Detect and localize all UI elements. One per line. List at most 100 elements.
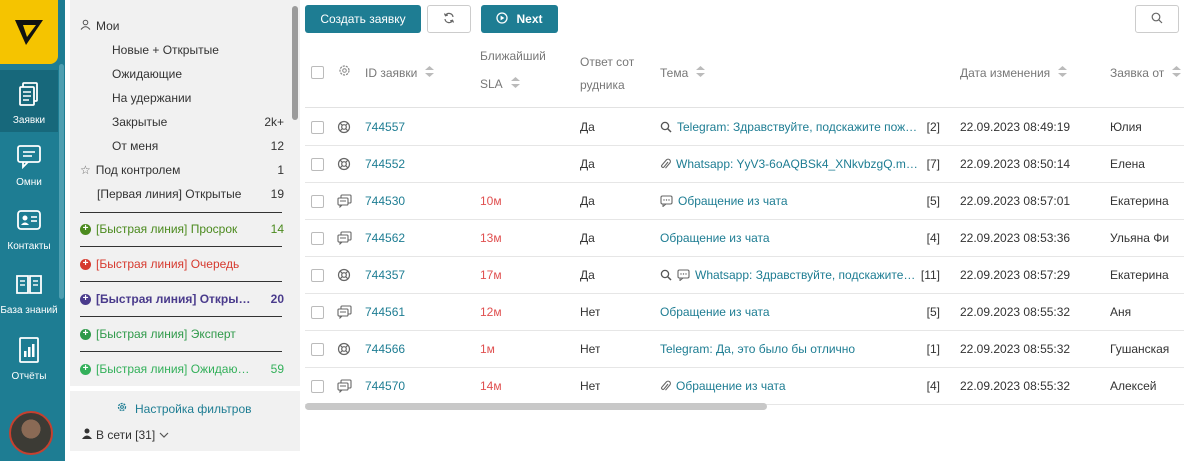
row-checkbox[interactable] [311, 268, 324, 282]
topic-cell[interactable]: Whatsapp: Здравствуйте, подскажите… [660, 257, 930, 293]
support-icon [337, 109, 351, 145]
nav-scrollbar[interactable] [59, 64, 64, 299]
filter-item-fast-queue[interactable]: + [Быстрая линия] Очередь [80, 252, 284, 276]
filter-item[interactable]: Ожидающие [112, 62, 284, 86]
topic-link[interactable]: Обращение из чата [676, 379, 786, 393]
nav-item-knowledge-base[interactable]: База знаний [0, 260, 58, 322]
filter-item-label: Ожидающие [112, 67, 182, 81]
select-all-checkbox[interactable] [311, 66, 324, 79]
table-row[interactable]: 744561 12м Нет Обращение из чата [5] 22.… [305, 294, 1184, 331]
filter-item-fast-waiting[interactable]: + [Быстрая линия] Ожидаю… 59 [80, 357, 284, 381]
ticket-id-link[interactable]: 744570 [365, 368, 405, 404]
topic-link[interactable]: Обращение из чата [660, 231, 770, 245]
filter-item[interactable]: Закрытые 2k+ [112, 110, 284, 134]
ticket-id-link[interactable]: 744357 [365, 257, 405, 293]
ticket-id-link[interactable]: 744552 [365, 146, 405, 182]
online-users[interactable]: В сети [31] [82, 428, 169, 442]
filter-item-first-line[interactable]: [Первая линия] Открытые 19 [97, 182, 284, 206]
topic-link[interactable]: Whatsapp: YyV3-6oAQBSk4_XNkvbzgQ.m… [676, 157, 918, 171]
reply-value: Нет [580, 305, 601, 319]
topic-cell[interactable]: Telegram: Да, это было бы отлично [660, 331, 930, 367]
table-horizontal-scrollbar[interactable] [305, 403, 767, 410]
ticket-id-link[interactable]: 744561 [365, 294, 405, 330]
filter-item[interactable]: На удержании [112, 86, 284, 110]
filter-group-my[interactable]: Мои [80, 14, 280, 38]
filter-item[interactable]: От меня 12 [112, 134, 284, 158]
avatar[interactable] [9, 411, 53, 455]
topic-link[interactable]: Обращение из чата [678, 194, 788, 208]
column-header-id[interactable]: ID заявки [365, 66, 435, 80]
topic-cell[interactable]: Обращение из чата [660, 183, 930, 219]
topic-cell[interactable]: Обращение из чата [660, 220, 930, 256]
filter-item[interactable]: Новые + Открытые [112, 38, 284, 62]
column-header-changed[interactable]: Дата изменения [960, 66, 1068, 80]
nav-item-tickets[interactable]: Заявки [0, 70, 58, 132]
topic-link[interactable]: Telegram: Да, это было бы отлично [660, 342, 855, 356]
filter-item-fast-overdue[interactable]: + [Быстрая линия] Просрок 14 [80, 217, 284, 241]
comment-icon [677, 269, 690, 281]
next-button[interactable]: Next [481, 5, 558, 33]
filter-item-fast-open[interactable]: + [Быстрая линия] Открыт… 20 [80, 287, 284, 311]
ticket-id-link[interactable]: 744530 [365, 183, 405, 219]
reply-value: Нет [580, 379, 601, 393]
ticket-id-link[interactable]: 744557 [365, 109, 405, 145]
refresh-icon [443, 12, 455, 27]
plus-icon: + [80, 363, 91, 375]
column-settings-button[interactable] [338, 64, 351, 80]
table-row[interactable]: 744566 1м Нет Telegram: Да, это было бы … [305, 331, 1184, 368]
filter-item-count: 59 [270, 362, 284, 376]
create-ticket-button[interactable]: Создать заявку [305, 5, 421, 33]
ticket-id-link[interactable]: 744562 [365, 220, 405, 256]
topic-cell[interactable]: Telegram: Здравствуйте, подскажите пож… [660, 109, 930, 145]
table-row[interactable]: 744570 14м Нет Обращение из чата [4] 22.… [305, 368, 1184, 405]
column-header-reply-line2: рудника [580, 78, 625, 92]
row-checkbox[interactable] [311, 305, 324, 319]
filter-item-control[interactable]: ☆ Под контролем 1 [80, 158, 284, 182]
topic-cell[interactable]: Обращение из чата [660, 294, 930, 330]
reply-value: Нет [580, 342, 601, 356]
topic-cell[interactable]: Обращение из чата [660, 368, 930, 404]
filter-settings-link[interactable]: Настройка фильтров [116, 401, 252, 416]
column-header-label: Тема [660, 66, 689, 80]
column-header-topic[interactable]: Тема [660, 66, 706, 80]
online-label: В сети [31] [96, 428, 156, 442]
logo[interactable] [0, 0, 58, 64]
table-row[interactable]: 744530 10м Да Обращение из чата [5] 22.0… [305, 183, 1184, 220]
row-checkbox[interactable] [311, 231, 324, 245]
search-button[interactable] [1135, 5, 1179, 33]
sort-icon [1058, 66, 1068, 80]
filter-item-fast-expert[interactable]: + [Быстрая линия] Эксперт [80, 322, 284, 346]
sort-icon [425, 66, 435, 80]
column-header-from[interactable]: Заявка от [1110, 66, 1182, 80]
filter-item-label: Новые + Открытые [112, 43, 219, 57]
filter-scrollbar[interactable] [292, 6, 298, 120]
message-count: [4] [926, 379, 940, 393]
nav-item-contacts[interactable]: Контакты [0, 196, 58, 258]
nav-item-reports[interactable]: Отчёты [0, 326, 58, 388]
support-icon [337, 331, 351, 367]
topic-link[interactable]: Обращение из чата [660, 305, 770, 319]
sort-icon [1172, 66, 1182, 80]
row-checkbox[interactable] [311, 194, 324, 208]
table-row[interactable]: 744562 13м Да Обращение из чата [4] 22.0… [305, 220, 1184, 257]
topic-link[interactable]: Telegram: Здравствуйте, подскажите пож… [677, 120, 917, 134]
ticket-id-link[interactable]: 744566 [365, 331, 405, 367]
table-row[interactable]: 744357 17м Да Whatsapp: Здравствуйте, по… [305, 257, 1184, 294]
nav-item-omni[interactable]: Омни [0, 132, 58, 194]
logo-icon [15, 20, 43, 45]
filter-item-label: На удержании [112, 91, 192, 105]
column-header-sla-line2[interactable]: SLA [480, 77, 520, 91]
column-header-sla[interactable]: Ближайший [480, 49, 546, 63]
row-checkbox[interactable] [311, 120, 324, 134]
requester-name: Юлия [1110, 120, 1142, 134]
sort-icon [510, 77, 520, 91]
row-checkbox[interactable] [311, 157, 324, 171]
row-checkbox[interactable] [311, 342, 324, 356]
refresh-button[interactable] [427, 5, 471, 33]
row-checkbox[interactable] [311, 379, 324, 393]
topic-link[interactable]: Whatsapp: Здравствуйте, подскажите… [695, 268, 915, 282]
filter-footer: Настройка фильтров В сети [31] [70, 391, 300, 451]
table-row[interactable]: 744557 Да Telegram: Здравствуйте, подска… [305, 109, 1184, 146]
topic-cell[interactable]: Whatsapp: YyV3-6oAQBSk4_XNkvbzgQ.m… [660, 146, 930, 182]
table-row[interactable]: 744552 Да Whatsapp: YyV3-6oAQBSk4_XNkvbz… [305, 146, 1184, 183]
